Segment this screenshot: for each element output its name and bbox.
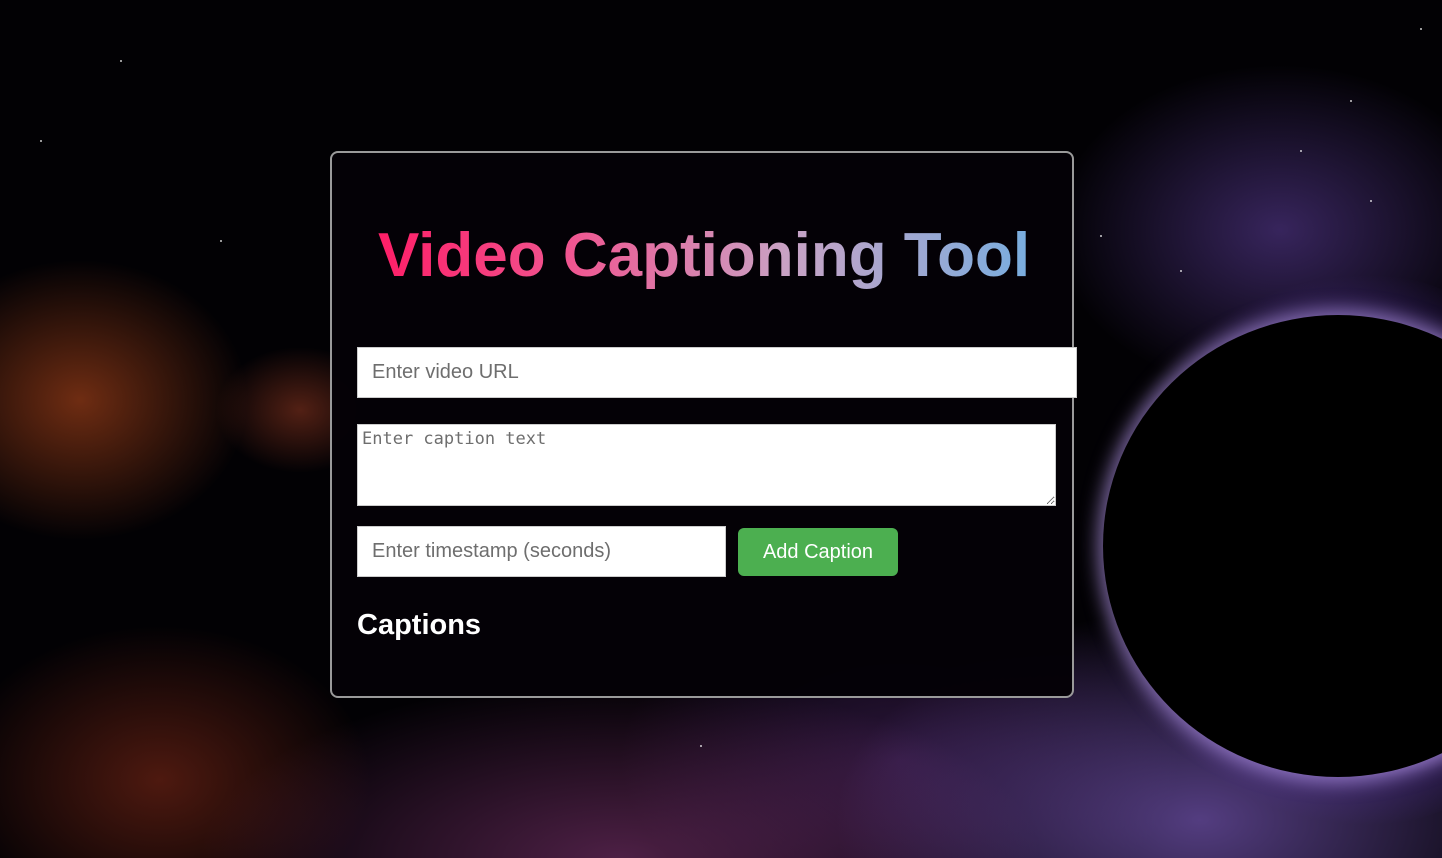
star — [120, 60, 122, 62]
video-url-input[interactable] — [357, 347, 1077, 398]
star — [40, 140, 42, 142]
star — [1300, 150, 1302, 152]
timestamp-input[interactable] — [357, 526, 726, 577]
star — [1370, 200, 1372, 202]
star — [1350, 100, 1352, 102]
captions-heading: Captions — [357, 609, 482, 641]
page-title: Video Captioning Tool — [0, 219, 1408, 293]
star — [700, 745, 702, 747]
star — [1420, 28, 1422, 30]
add-caption-button[interactable]: Add Caption — [738, 528, 898, 576]
caption-text-input[interactable] — [357, 424, 1056, 506]
